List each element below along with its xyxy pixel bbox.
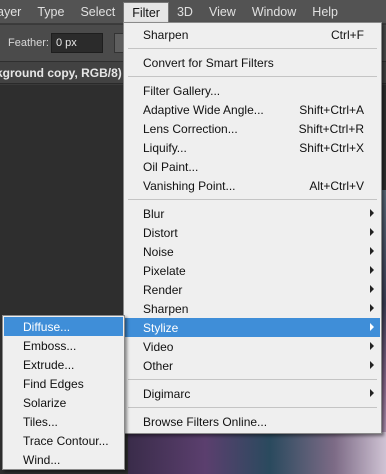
submenu-arrow-icon — [370, 323, 374, 331]
menu-item-shortcut: Shift+Ctrl+R — [298, 122, 364, 136]
filter-menu-item-pixelate[interactable]: Pixelate — [125, 261, 380, 280]
filter-menu-item-video[interactable]: Video — [125, 337, 380, 356]
stylize-item-trace-contour[interactable]: Trace Contour... — [4, 431, 123, 450]
menu-3d[interactable]: 3D — [169, 1, 201, 23]
stylize-item-tiles[interactable]: Tiles... — [4, 412, 123, 431]
submenu-arrow-icon — [370, 228, 374, 236]
menu-type[interactable]: Type — [29, 1, 72, 23]
menu-item-label: Noise — [143, 245, 174, 259]
filter-menu-item-sharpen[interactable]: Sharpen Ctrl+F — [125, 25, 380, 44]
menu-item-label: Filter Gallery... — [143, 84, 221, 98]
stylize-item-emboss[interactable]: Emboss... — [4, 336, 123, 355]
filter-menu-item-blur[interactable]: Blur — [125, 204, 380, 223]
menu-item-label: Trace Contour... — [23, 434, 109, 448]
filter-menu-item-convert-for-smart-filters[interactable]: Convert for Smart Filters — [125, 53, 380, 72]
menu-item-label: Pixelate — [143, 264, 186, 278]
menu-view[interactable]: View — [201, 1, 244, 23]
document-title: kground copy, RGB/8) * — [0, 66, 130, 80]
menu-filter[interactable]: Filter — [123, 1, 169, 24]
menu-item-label: Sharpen — [143, 302, 189, 316]
filter-menu-item-oil-paint[interactable]: Oil Paint... — [125, 157, 380, 176]
menu-item-label: Other — [143, 359, 174, 373]
menu-item-label: Sharpen — [143, 28, 189, 42]
menu-item-label: Wind... — [23, 453, 61, 467]
canvas-image — [128, 432, 386, 474]
menu-item-label: Convert for Smart Filters — [143, 56, 274, 70]
menu-item-label: Diffuse... — [23, 320, 71, 334]
menu-separator — [128, 76, 377, 77]
menu-window[interactable]: Window — [244, 1, 304, 23]
filter-menu-item-digimarc[interactable]: Digimarc — [125, 384, 380, 403]
menu-item-label: Find Edges — [23, 377, 84, 391]
menu-item-label: Emboss... — [23, 339, 77, 353]
filter-menu-item-liquify[interactable]: Liquify... Shift+Ctrl+X — [125, 138, 380, 157]
submenu-arrow-icon — [370, 209, 374, 217]
stylize-item-find-edges[interactable]: Find Edges — [4, 374, 123, 393]
menu-item-label: Browse Filters Online... — [143, 415, 268, 429]
menu-help[interactable]: Help — [304, 1, 346, 23]
menu-item-label: Lens Correction... — [143, 122, 238, 136]
filter-menu-item-render[interactable]: Render — [125, 280, 380, 299]
stylize-item-wind[interactable]: Wind... — [4, 450, 123, 469]
menu-item-label: Distort — [143, 226, 178, 240]
menu-item-shortcut: Alt+Ctrl+V — [309, 179, 364, 193]
menu-item-label: Vanishing Point... — [143, 179, 236, 193]
filter-menu: Sharpen Ctrl+F Convert for Smart Filters Fi… — [123, 22, 382, 434]
menu-separator — [128, 407, 377, 408]
menu-item-label: Adaptive Wide Angle... — [143, 103, 264, 117]
menu-separator — [128, 48, 377, 49]
menu-item-label: Render — [143, 283, 183, 297]
menu-separator — [128, 379, 377, 380]
filter-menu-item-noise[interactable]: Noise — [125, 242, 380, 261]
menu-bar: ayer Type Select Filter 3D View Window H… — [0, 0, 386, 24]
menu-item-label: Stylize — [143, 321, 179, 335]
menu-item-label: Solarize — [23, 396, 67, 410]
filter-menu-item-distort[interactable]: Distort — [125, 223, 380, 242]
menu-item-label: Tiles... — [23, 415, 58, 429]
feather-input[interactable]: 0 px — [51, 33, 103, 53]
submenu-arrow-icon — [370, 304, 374, 312]
menu-item-label: Oil Paint... — [143, 160, 199, 174]
stylize-item-diffuse[interactable]: Diffuse... — [4, 317, 123, 336]
feather-label: Feather: — [8, 37, 49, 49]
menu-item-label: Digimarc — [143, 387, 191, 401]
submenu-arrow-icon — [370, 285, 374, 293]
submenu-arrow-icon — [370, 247, 374, 255]
menu-item-label: Liquify... — [143, 141, 187, 155]
menu-item-label: Extrude... — [23, 358, 75, 372]
submenu-arrow-icon — [370, 361, 374, 369]
menu-select[interactable]: Select — [72, 1, 123, 23]
filter-menu-item-filter-gallery[interactable]: Filter Gallery... — [125, 81, 380, 100]
filter-menu-item-lens-correction[interactable]: Lens Correction... Shift+Ctrl+R — [125, 119, 380, 138]
menu-item-label: Video — [143, 340, 174, 354]
filter-menu-item-adaptive-wide-angle[interactable]: Adaptive Wide Angle... Shift+Ctrl+A — [125, 100, 380, 119]
menu-separator — [128, 199, 377, 200]
filter-menu-item-vanishing-point[interactable]: Vanishing Point... Alt+Ctrl+V — [125, 176, 380, 195]
stylize-item-extrude[interactable]: Extrude... — [4, 355, 123, 374]
filter-menu-item-stylize[interactable]: Stylize — [125, 318, 380, 337]
submenu-arrow-icon — [370, 342, 374, 350]
menu-item-shortcut: Ctrl+F — [331, 28, 364, 42]
menu-item-shortcut: Shift+Ctrl+X — [299, 141, 364, 155]
filter-menu-item-other[interactable]: Other — [125, 356, 380, 375]
submenu-arrow-icon — [370, 266, 374, 274]
stylize-item-solarize[interactable]: Solarize — [4, 393, 123, 412]
stylize-submenu: Diffuse... Emboss... Extrude... Find Edges S… — [2, 315, 125, 470]
filter-menu-item-sharpen[interactable]: Sharpen — [125, 299, 380, 318]
menu-layer[interactable]: ayer — [0, 1, 29, 23]
menu-item-shortcut: Shift+Ctrl+A — [299, 103, 364, 117]
submenu-arrow-icon — [370, 389, 374, 397]
menu-item-label: Blur — [143, 207, 165, 221]
filter-menu-item-browse-filters-online[interactable]: Browse Filters Online... — [125, 412, 380, 431]
